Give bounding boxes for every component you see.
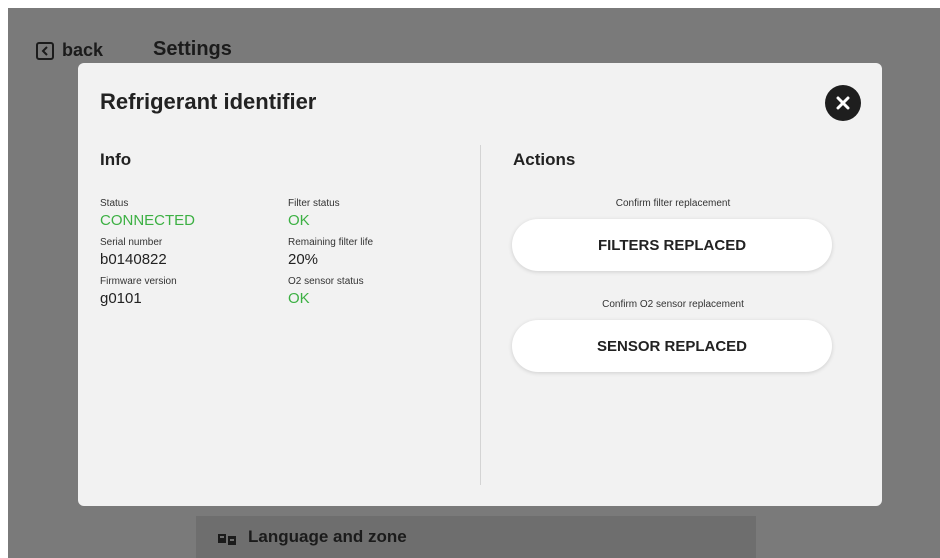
filter-replacement-label: Confirm filter replacement [615, 198, 731, 209]
language-and-zone-label: Language and zone [248, 527, 407, 546]
sensor-replaced-button[interactable]: SENSOR REPLACED [512, 320, 832, 372]
firmware-version-label: Firmware version [100, 276, 177, 287]
close-icon [836, 96, 850, 110]
language-and-zone-item[interactable]: Language and zone [196, 516, 756, 558]
filter-status-value: OK [288, 212, 310, 229]
firmware-version-value: g0101 [100, 290, 142, 307]
serial-number-label: Serial number [100, 237, 163, 248]
back-label: back [62, 40, 104, 60]
refrigerant-identifier-dialog: Refrigerant identifier Info Status CONNE… [78, 63, 882, 506]
status-label: Status [100, 198, 129, 209]
actions-heading: Actions [513, 150, 576, 169]
filters-replaced-button[interactable]: FILTERS REPLACED [512, 219, 832, 271]
o2-sensor-status-label: O2 sensor status [288, 276, 364, 287]
back-button[interactable]: back [36, 40, 103, 61]
remaining-filter-life-value: 20% [288, 251, 319, 268]
info-right-column: Filter status OK Remaining filter life 2… [288, 197, 373, 314]
info-left-column: Status CONNECTED Serial number b0140822 … [100, 197, 195, 314]
column-divider [480, 145, 481, 485]
sensor-replacement-label: Confirm O2 sensor replacement [602, 299, 744, 310]
o2-sensor-status-value: OK [288, 290, 310, 307]
chevron-left-icon [36, 41, 54, 60]
status-value: CONNECTED [100, 212, 196, 229]
page-title: Settings [153, 38, 232, 60]
info-heading: Info [100, 150, 132, 169]
dialog-title: Refrigerant identifier [100, 89, 317, 114]
filter-status-label: Filter status [288, 198, 340, 209]
close-button[interactable] [825, 85, 861, 121]
remaining-filter-life-label: Remaining filter life [288, 237, 374, 248]
language-icon [218, 531, 236, 545]
serial-number-value: b0140822 [100, 251, 167, 268]
